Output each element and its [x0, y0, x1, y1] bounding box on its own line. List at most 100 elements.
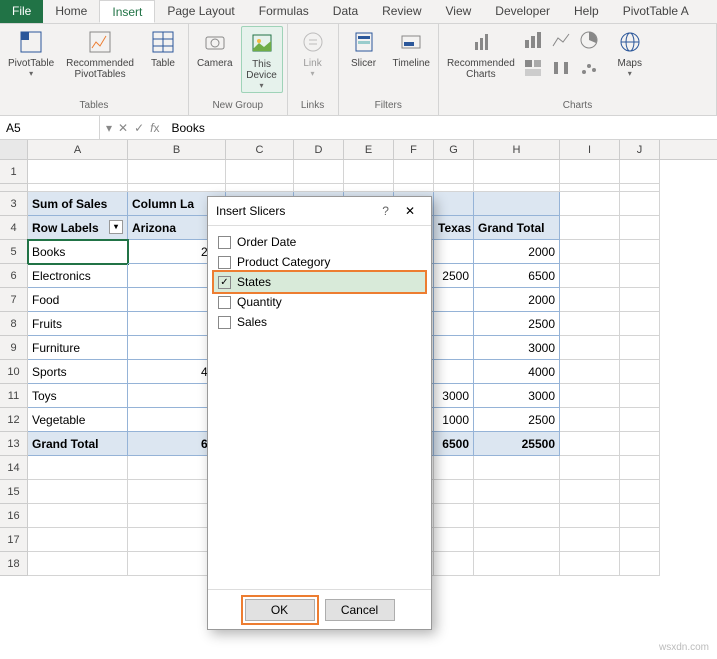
chart-scatter-icon[interactable] [579, 58, 605, 84]
cell[interactable] [294, 184, 344, 192]
pivot-grand-total-value[interactable]: 25500 [474, 432, 560, 456]
cell[interactable] [560, 408, 620, 432]
cell[interactable] [560, 216, 620, 240]
cell[interactable] [434, 160, 474, 184]
col-header-G[interactable]: G [434, 140, 474, 159]
cell[interactable] [128, 184, 226, 192]
camera-button[interactable]: Camera [193, 26, 237, 71]
row-header-4[interactable]: 4 [0, 216, 28, 240]
dialog-help-icon[interactable]: ? [374, 204, 397, 218]
row-header-12[interactable]: 12 [0, 408, 28, 432]
cell[interactable] [474, 160, 560, 184]
cell[interactable] [434, 184, 474, 192]
cell[interactable] [620, 216, 660, 240]
tab-developer[interactable]: Developer [483, 0, 562, 23]
this-device-button[interactable]: This Device [241, 26, 283, 93]
cell[interactable] [560, 336, 620, 360]
cell[interactable] [560, 360, 620, 384]
pivot-value[interactable]: 3000 [474, 384, 560, 408]
col-header-I[interactable]: I [560, 140, 620, 159]
tab-review[interactable]: Review [370, 0, 433, 23]
cell[interactable] [28, 528, 128, 552]
row-header-6[interactable]: 6 [0, 264, 28, 288]
cell[interactable] [28, 552, 128, 576]
cell[interactable] [620, 480, 660, 504]
cell[interactable] [474, 504, 560, 528]
cell[interactable] [620, 360, 660, 384]
tab-pivottable-analyze[interactable]: PivotTable A [611, 0, 701, 23]
cell[interactable] [620, 432, 660, 456]
pivottable-button[interactable]: PivotTable [4, 26, 58, 80]
tab-page-layout[interactable]: Page Layout [155, 0, 246, 23]
cell[interactable] [294, 160, 344, 184]
row-header-2[interactable] [0, 184, 28, 192]
pivot-row-label[interactable]: Sports [28, 360, 128, 384]
pivot-value[interactable]: 2500 [434, 264, 474, 288]
col-header-A[interactable]: A [28, 140, 128, 159]
pivot-value[interactable]: 2000 [474, 288, 560, 312]
pivot-value[interactable] [434, 312, 474, 336]
row-header-16[interactable]: 16 [0, 504, 28, 528]
pivot-value[interactable]: 3000 [474, 336, 560, 360]
pivot-row-label[interactable]: Furniture [28, 336, 128, 360]
table-button[interactable]: Table [142, 26, 184, 71]
chart-hier-icon[interactable] [523, 58, 549, 84]
cell[interactable] [434, 480, 474, 504]
pivot-value[interactable]: 2000 [474, 240, 560, 264]
cell[interactable] [226, 184, 294, 192]
row-header-10[interactable]: 10 [0, 360, 28, 384]
pivot-row-labels[interactable]: Row Labels▾ [28, 216, 128, 240]
cell[interactable] [620, 192, 660, 216]
col-header-B[interactable]: B [128, 140, 226, 159]
cell[interactable] [560, 312, 620, 336]
cell[interactable] [434, 456, 474, 480]
cell[interactable] [344, 184, 394, 192]
cell[interactable] [620, 160, 660, 184]
cell[interactable] [474, 184, 560, 192]
row-labels-filter-icon[interactable]: ▾ [109, 220, 123, 234]
col-header-D[interactable]: D [294, 140, 344, 159]
row-header-9[interactable]: 9 [0, 336, 28, 360]
formula-input[interactable]: Books [166, 121, 717, 135]
row-header-17[interactable]: 17 [0, 528, 28, 552]
pivot-value[interactable]: 6500 [474, 264, 560, 288]
cell[interactable] [620, 184, 660, 192]
pivot-row-label[interactable]: Food [28, 288, 128, 312]
col-header-C[interactable]: C [226, 140, 294, 159]
cell[interactable] [28, 480, 128, 504]
slicer-option-sales[interactable]: Sales [214, 312, 425, 332]
cell[interactable] [620, 240, 660, 264]
name-box[interactable]: A5 [0, 116, 100, 139]
col-grand-total[interactable]: Grand Total [474, 216, 560, 240]
tab-help[interactable]: Help [562, 0, 611, 23]
cell[interactable] [560, 432, 620, 456]
pivot-value[interactable]: 2500 [474, 312, 560, 336]
row-header-8[interactable]: 8 [0, 312, 28, 336]
cell[interactable] [620, 312, 660, 336]
cell[interactable] [560, 264, 620, 288]
col-texas[interactable]: Texas [434, 216, 474, 240]
pivot-value[interactable]: 4000 [474, 360, 560, 384]
cell[interactable] [560, 528, 620, 552]
slicer-option-product-category[interactable]: Product Category [214, 252, 425, 272]
row-header-11[interactable]: 11 [0, 384, 28, 408]
tab-formulas[interactable]: Formulas [247, 0, 321, 23]
link-button[interactable]: Link [292, 26, 334, 80]
cell[interactable] [560, 160, 620, 184]
tab-file[interactable]: File [0, 0, 43, 23]
cell[interactable] [560, 480, 620, 504]
pivot-grand-total-label[interactable]: Grand Total [28, 432, 128, 456]
cell[interactable] [560, 184, 620, 192]
row-header-1[interactable]: 1 [0, 160, 28, 184]
pivot-value[interactable] [434, 240, 474, 264]
select-all-corner[interactable] [0, 140, 28, 159]
row-header-3[interactable]: 3 [0, 192, 28, 216]
cell[interactable] [28, 184, 128, 192]
cell[interactable] [28, 160, 128, 184]
cell[interactable] [128, 160, 226, 184]
pivot-value[interactable]: 3000 [434, 384, 474, 408]
chart-pie-icon[interactable] [579, 30, 605, 56]
pivot-row-label[interactable]: Vegetable [28, 408, 128, 432]
cancel-button[interactable]: Cancel [325, 599, 395, 621]
cell[interactable] [28, 456, 128, 480]
